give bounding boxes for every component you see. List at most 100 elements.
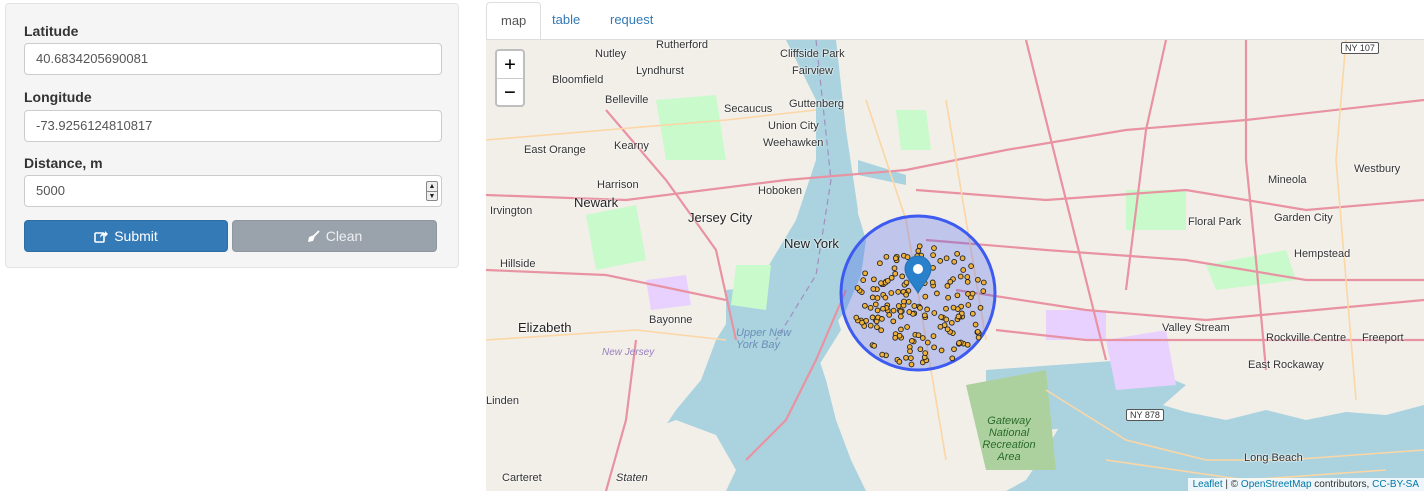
result-point xyxy=(859,319,865,326)
result-point xyxy=(937,323,944,330)
result-point xyxy=(882,294,889,301)
result-point xyxy=(890,318,897,325)
result-point xyxy=(901,298,907,305)
result-point xyxy=(896,358,903,365)
result-point xyxy=(948,319,955,326)
result-point xyxy=(903,354,909,361)
result-point xyxy=(870,286,877,292)
result-point xyxy=(862,270,868,277)
result-point xyxy=(956,340,962,346)
stepper-down-icon[interactable]: ▼ xyxy=(427,191,437,200)
result-point xyxy=(938,347,945,354)
zoom-control: + − xyxy=(495,49,525,107)
stepper-up-icon[interactable]: ▲ xyxy=(427,182,437,191)
result-point xyxy=(892,255,899,262)
result-point xyxy=(879,316,885,322)
result-point xyxy=(922,293,929,300)
result-point xyxy=(895,289,902,295)
tab-request[interactable]: request xyxy=(596,2,667,40)
result-point xyxy=(969,310,976,317)
result-point xyxy=(968,263,974,269)
result-point xyxy=(898,326,904,333)
result-point xyxy=(905,298,912,305)
result-point xyxy=(931,344,937,351)
result-point xyxy=(880,305,886,312)
attribution-sep: | © xyxy=(1222,479,1241,490)
result-point xyxy=(921,312,928,319)
result-point xyxy=(874,295,881,301)
broom-icon xyxy=(307,229,320,242)
distance-label: Distance, m xyxy=(24,155,103,171)
result-point xyxy=(949,355,956,362)
result-point xyxy=(965,291,971,297)
osm-link[interactable]: OpenStreetMap xyxy=(1241,479,1312,490)
result-point xyxy=(869,294,876,301)
result-point xyxy=(969,290,976,297)
result-point xyxy=(915,248,922,254)
result-point xyxy=(924,306,930,313)
result-point xyxy=(906,309,913,315)
query-form-panel: Latitude 40.6834205690081 Longitude -73.… xyxy=(5,3,459,268)
result-point xyxy=(950,304,957,311)
result-point xyxy=(943,316,950,323)
latitude-input[interactable]: 40.6834205690081 xyxy=(24,43,442,75)
result-point xyxy=(908,355,914,361)
distance-value: 5000 xyxy=(36,183,65,198)
result-point xyxy=(960,267,967,273)
tab-bar: map table request xyxy=(486,0,1424,40)
result-point xyxy=(917,305,923,311)
share-icon xyxy=(94,230,109,243)
result-point xyxy=(954,292,961,299)
result-point xyxy=(899,273,906,280)
distance-stepper[interactable]: ▲ ▼ xyxy=(426,181,438,201)
clean-button[interactable]: Clean xyxy=(232,220,437,252)
result-point xyxy=(965,302,972,308)
result-point xyxy=(871,342,878,349)
result-point xyxy=(964,341,971,348)
result-point xyxy=(907,348,913,355)
zoom-out-button[interactable]: − xyxy=(497,78,523,105)
result-point xyxy=(890,307,897,314)
result-point xyxy=(883,253,890,260)
clean-label: Clean xyxy=(325,228,363,244)
result-point xyxy=(897,313,904,320)
result-point xyxy=(947,278,954,285)
result-point xyxy=(975,334,982,341)
result-point xyxy=(931,245,937,251)
result-point xyxy=(909,338,915,344)
tab-map[interactable]: map xyxy=(486,2,542,40)
result-point xyxy=(872,301,879,308)
longitude-input[interactable]: -73.9256124810817 xyxy=(24,110,442,142)
result-point xyxy=(878,280,884,286)
result-point xyxy=(930,252,936,258)
result-point xyxy=(930,333,937,339)
result-point xyxy=(934,290,940,297)
leaflet-map[interactable]: Nutley Rutherford Cliffside Park Fairvie… xyxy=(486,40,1424,491)
result-point xyxy=(917,346,924,353)
result-point xyxy=(862,302,868,309)
result-point xyxy=(897,308,904,315)
distance-input[interactable]: 5000 ▲ ▼ xyxy=(24,175,442,207)
leaflet-link[interactable]: Leaflet xyxy=(1193,479,1223,490)
result-point xyxy=(943,305,949,312)
result-point xyxy=(977,304,984,311)
result-point xyxy=(931,310,938,316)
result-point xyxy=(853,314,860,321)
result-point xyxy=(879,351,886,358)
result-point xyxy=(951,258,958,265)
submit-button[interactable]: Submit xyxy=(24,220,228,252)
longitude-label: Longitude xyxy=(24,89,92,105)
result-point xyxy=(957,273,964,280)
result-point xyxy=(924,339,931,346)
result-point xyxy=(911,303,918,309)
submit-label: Submit xyxy=(114,228,158,244)
result-point xyxy=(945,294,951,301)
result-point xyxy=(975,276,981,283)
result-point xyxy=(955,313,962,320)
result-point xyxy=(903,279,910,286)
tab-table[interactable]: table xyxy=(538,2,594,40)
result-point xyxy=(943,255,950,262)
zoom-in-button[interactable]: + xyxy=(497,51,523,78)
result-point xyxy=(888,274,895,281)
license-link[interactable]: CC-BY-SA xyxy=(1372,479,1419,490)
